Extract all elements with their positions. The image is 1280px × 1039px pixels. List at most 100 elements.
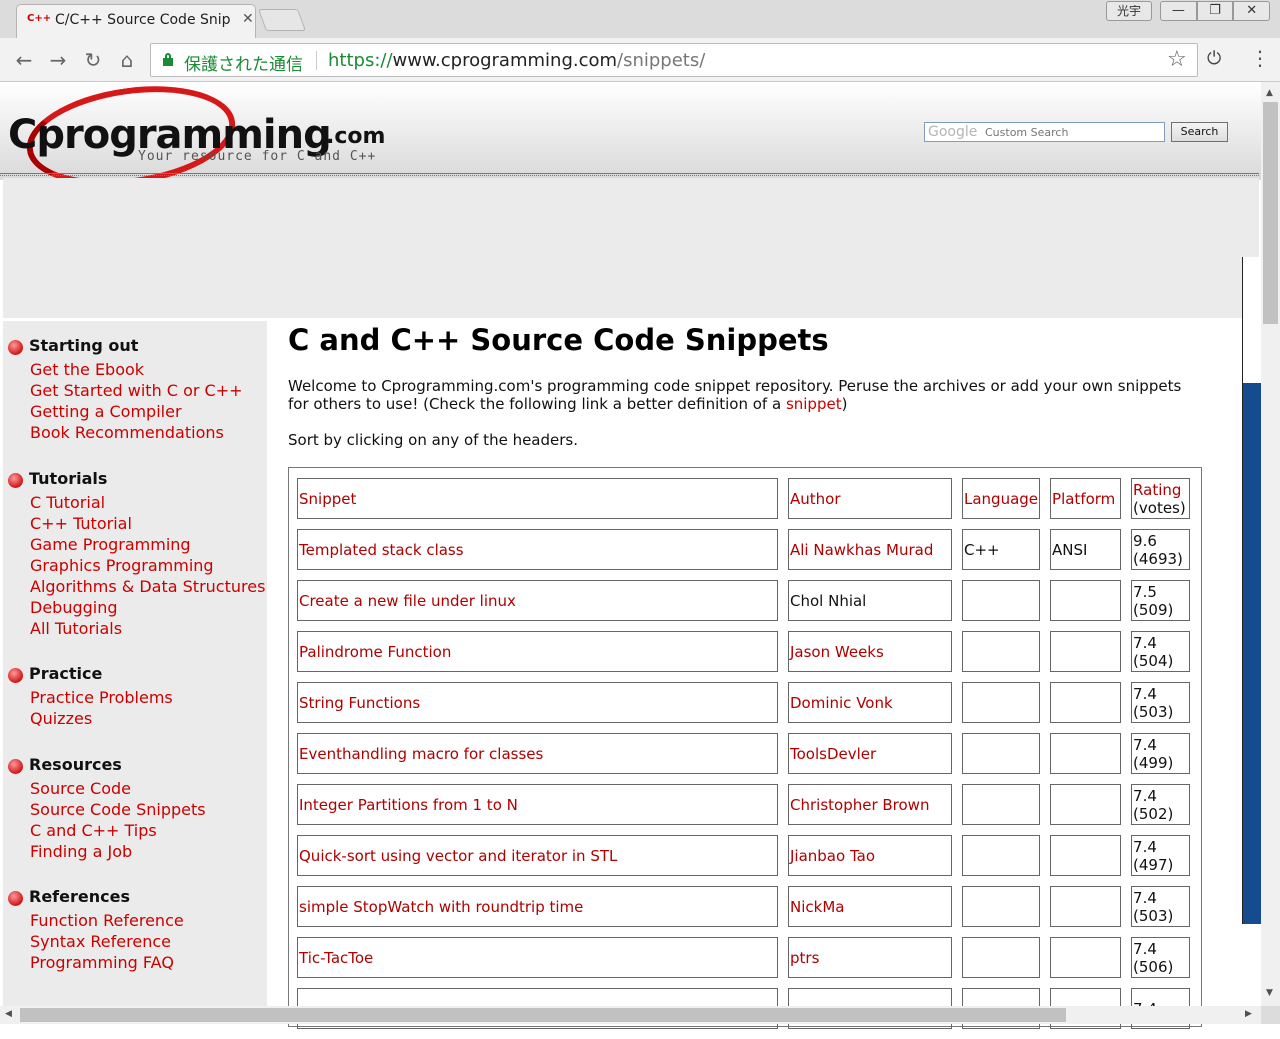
snippet-link[interactable]: Quick-sort using vector and iterator in … [299,847,617,865]
snippet-cell: Eventhandling macro for classes [297,733,778,774]
forward-arrow-icon[interactable]: → [44,47,72,73]
url-scheme: https:// [328,50,393,71]
author-link[interactable]: ptrs [790,949,819,967]
sidebar-link[interactable]: Book Recommendations [30,422,243,443]
header-author[interactable]: Author [788,478,952,519]
red-bullet-icon [8,340,23,355]
page-title: C and C++ Source Code Snippets [288,323,829,357]
home-icon[interactable]: ⌂ [113,47,141,73]
sidebar-link[interactable]: Algorithms & Data Structures [30,576,265,597]
snippet-link[interactable]: Create a new file under linux [299,592,516,610]
power-extension-icon[interactable]: ⏻ [1207,48,1221,69]
language-cell [962,937,1041,978]
snippet-cell: Templated stack class [297,529,778,570]
sidebar-link[interactable]: Debugging [30,597,265,618]
sidebar-link[interactable]: Finding a Job [30,841,206,862]
restore-button[interactable]: ❐ [1196,1,1234,21]
sidebar-link[interactable]: C Tutorial [30,492,265,513]
sidebar-link[interactable]: C and C++ Tips [30,820,206,841]
platform-cell: ANSI [1052,540,1088,559]
browser-menu-icon[interactable]: ⋮ [1250,46,1270,70]
reload-icon[interactable]: ↻ [79,47,107,73]
author-link[interactable]: NickMa [790,898,844,916]
rating-value: 7.4 [1133,786,1157,805]
sort-by-author-link[interactable]: Author [790,490,841,508]
header-platform[interactable]: Platform [1050,478,1122,519]
sidebar-link[interactable]: Get the Ebook [30,359,243,380]
platform-cell: ANSI [1050,529,1122,570]
sort-by-snippet-link[interactable]: Snippet [299,490,356,508]
address-bar[interactable]: 保護された通信 https://www.cprogramming.com/sni… [150,43,1198,77]
sidebar-link[interactable]: Programming FAQ [30,952,184,973]
sidebar-link[interactable]: Game Programming [30,534,265,555]
author-link[interactable]: ToolsDevler [790,745,876,763]
snippet-link[interactable]: simple StopWatch with roundtrip time [299,898,583,916]
new-tab-button[interactable] [257,9,307,31]
scroll-right-icon[interactable]: ▶ [1245,1009,1252,1019]
header-rating[interactable]: Rating (votes) [1131,478,1191,519]
rating-cell: 7.4 (506) [1131,937,1191,978]
votes-value: (4693) [1133,549,1183,568]
rating-cell: 7.4 (503) [1131,682,1191,723]
minimize-button[interactable]: — [1160,1,1197,21]
sidebar-link[interactable]: Getting a Compiler [30,401,243,422]
tab-title: C/C++ Source Code Snippets [55,12,230,28]
author-cell: Christopher Brown [788,784,952,825]
author-link[interactable]: Christopher Brown [790,796,929,814]
bookmark-star-icon[interactable]: ☆ [1167,47,1187,72]
url-text[interactable]: https://www.cprogramming.com/snippets/ [328,50,705,71]
snippet-link[interactable]: String Functions [299,694,420,712]
right-side-blue-bar [1243,383,1261,924]
tab-close-icon[interactable]: ✕ [242,11,254,27]
author-link[interactable]: Jianbao Tao [790,847,875,865]
vertical-scroll-thumb[interactable] [1263,102,1278,324]
snippet-definition-link[interactable]: snippet [786,395,842,413]
snippet-link[interactable]: Eventhandling macro for classes [299,745,543,763]
header-language[interactable]: Language [962,478,1041,519]
header-snippet[interactable]: Snippet [297,478,778,519]
sidebar-link[interactable]: Quizzes [30,708,173,729]
back-arrow-icon[interactable]: ← [10,47,38,73]
author-link[interactable]: Jason Weeks [790,643,884,661]
sidebar-link[interactable]: All Tutorials [30,618,265,639]
votes-value: (502) [1133,804,1174,823]
sidebar-link[interactable]: Source Code Snippets [30,799,206,820]
snippet-link[interactable]: Tic-TacToe [299,949,373,967]
search-button[interactable]: Search [1171,122,1228,142]
scroll-left-icon[interactable]: ◀ [5,1009,12,1019]
language-cell [962,886,1041,927]
sidebar-links: C Tutorial C++ Tutorial Game Programming Gr… [30,492,265,639]
sort-by-platform-link[interactable]: Platform [1052,490,1115,508]
sidebar-link[interactable]: C++ Tutorial [30,513,265,534]
author-cell: Jianbao Tao [788,835,952,876]
scroll-down-icon[interactable]: ▼ [1266,988,1273,998]
platform-cell [1050,886,1122,927]
language-cell [962,733,1041,774]
google-brand: Google [928,124,978,140]
sort-by-language-link[interactable]: Language [964,490,1038,508]
platform-cell [1050,733,1122,774]
sort-by-rating-link[interactable]: Rating [1133,481,1181,499]
snippet-link[interactable]: Templated stack class [299,541,464,559]
vertical-scrollbar[interactable]: ▲ ▼ [1261,82,1280,1006]
sidebar-link[interactable]: Syntax Reference [30,931,184,952]
red-bullet-icon [8,759,23,774]
snippet-link[interactable]: Integer Partitions from 1 to N [299,796,518,814]
rating-value: 7.5 [1133,582,1157,601]
scroll-up-icon[interactable]: ▲ [1266,88,1273,98]
sidebar-link[interactable]: Graphics Programming [30,555,265,576]
ime-indicator[interactable]: 光宇 [1106,1,1152,21]
author-link[interactable]: Dominic Vonk [790,694,893,712]
horizontal-scrollbar[interactable]: ◀ ▶ [0,1006,1261,1024]
horizontal-scroll-thumb[interactable] [20,1008,1066,1022]
sidebar-link[interactable]: Source Code [30,778,206,799]
sidebar-link[interactable]: Function Reference [30,910,184,931]
browser-tab[interactable]: C++ C/C++ Source Code Snippets ✕ [16,4,256,38]
author-link[interactable]: Ali Nawkhas Murad [790,541,933,559]
language-cell [962,835,1041,876]
custom-search-input[interactable] [985,124,1161,140]
sidebar-link[interactable]: Practice Problems [30,687,173,708]
sidebar-link[interactable]: Get Started with C or C++ [30,380,243,401]
snippet-link[interactable]: Palindrome Function [299,643,451,661]
close-window-button[interactable]: ✕ [1233,1,1271,21]
